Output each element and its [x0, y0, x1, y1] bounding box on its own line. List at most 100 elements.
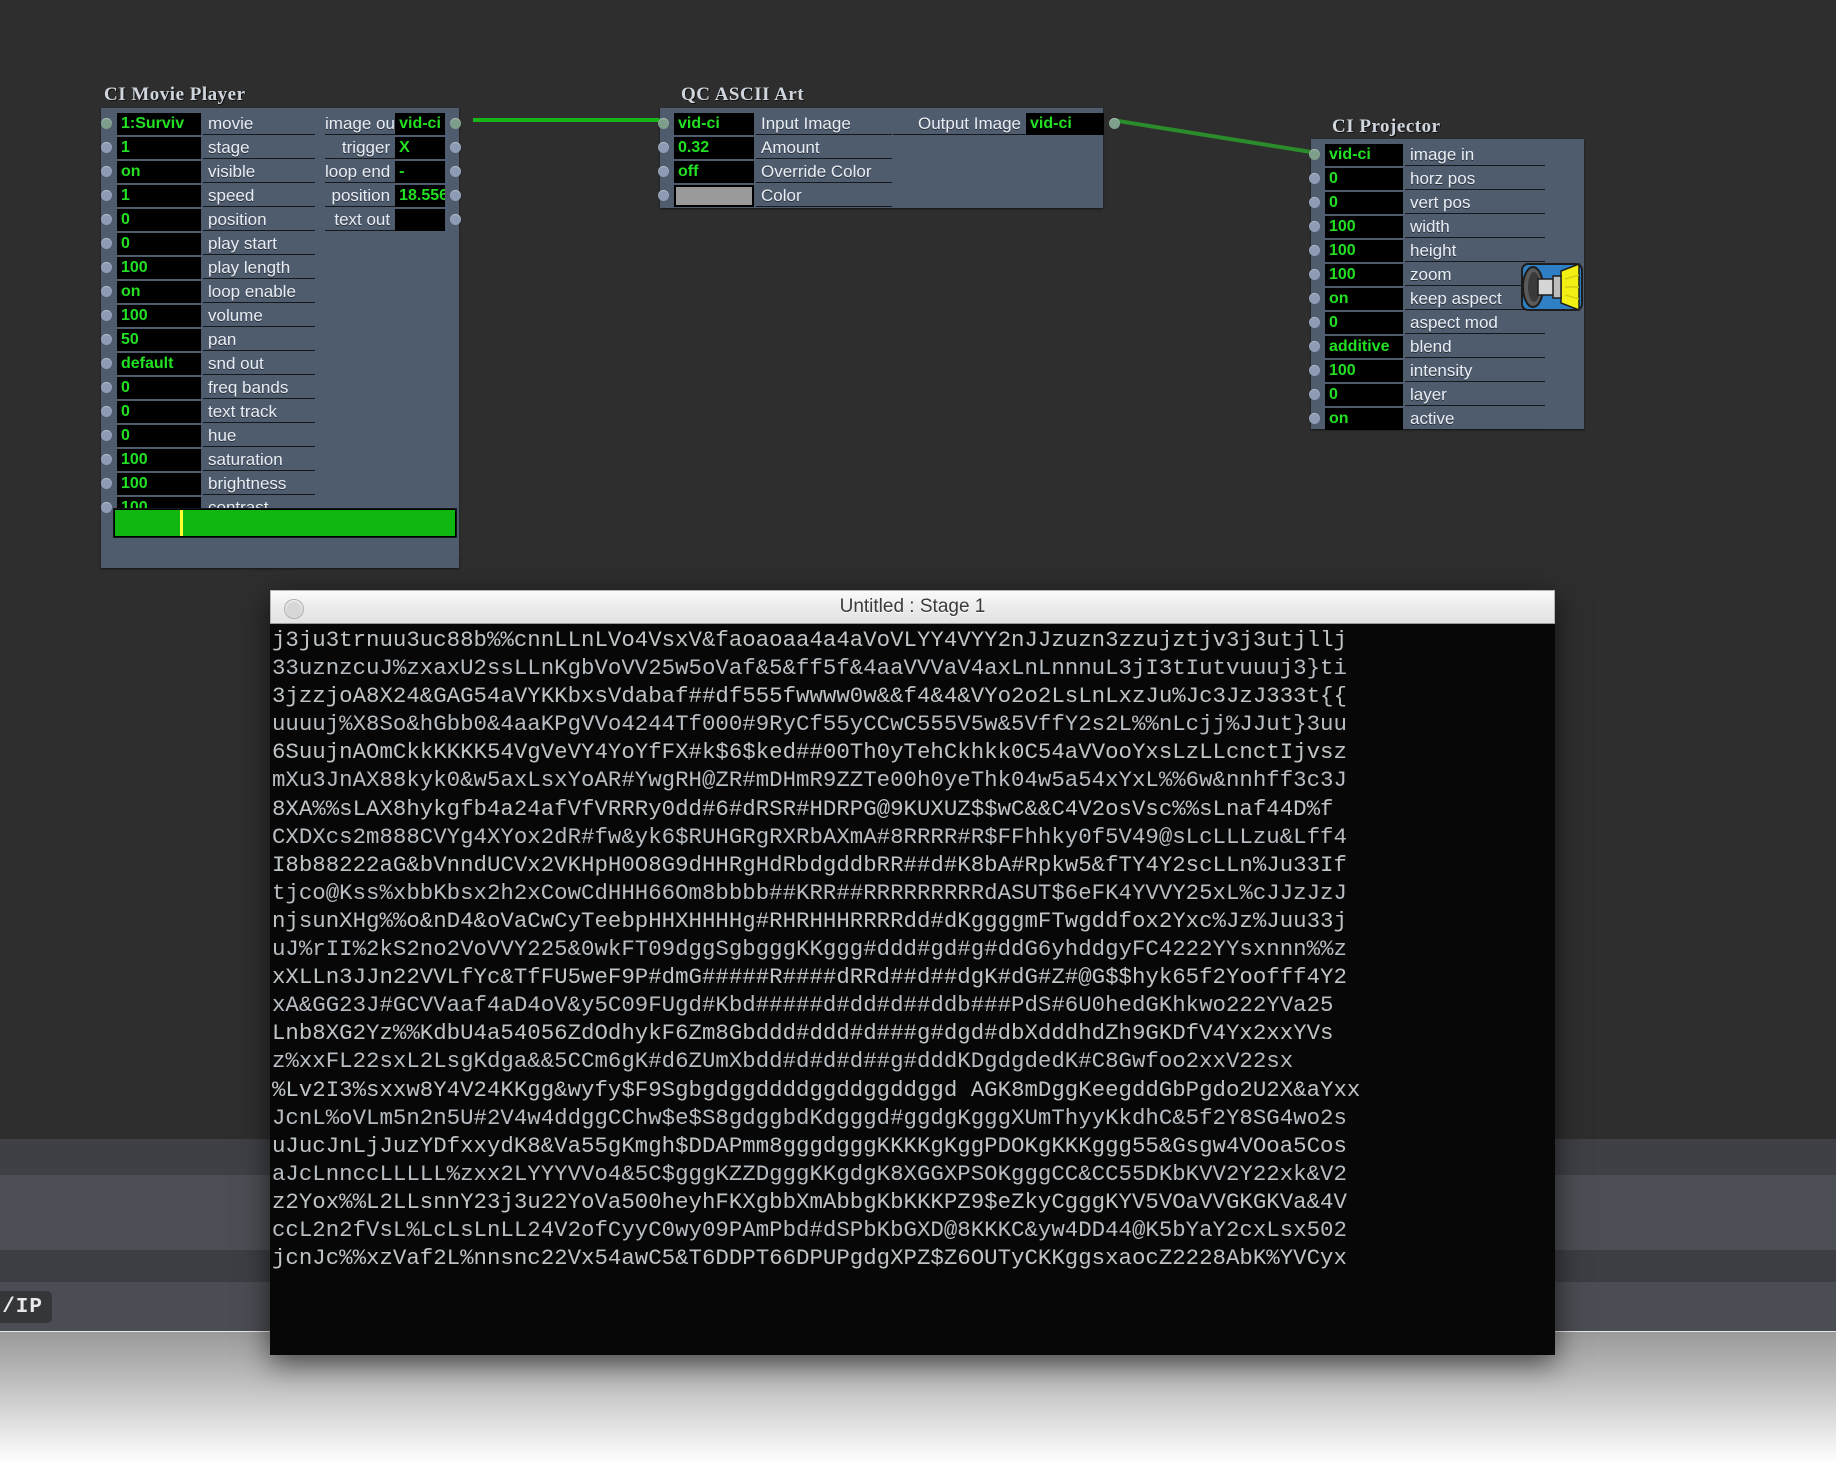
port-value-color[interactable]: [674, 185, 754, 207]
port-row-blend[interactable]: additive blend: [1309, 335, 1550, 359]
port-value-freq-bands[interactable]: 0: [117, 377, 201, 399]
port-row-vert-pos[interactable]: 0 vert pos: [1309, 191, 1550, 215]
port-row-layer[interactable]: 0 layer: [1309, 383, 1550, 407]
port-row-amount[interactable]: 0.32 Amount: [658, 136, 894, 160]
port-row-color[interactable]: Color: [658, 184, 894, 208]
background-window-tab[interactable]: /IP: [0, 1291, 52, 1323]
port-dot-brightness[interactable]: [101, 478, 112, 489]
port-dot-trigger[interactable]: [450, 142, 461, 153]
stage-window[interactable]: Untitled : Stage 1 j3ju3trnuu3uc88b%%cnn…: [270, 590, 1555, 1355]
port-dot-output-image[interactable]: [1109, 118, 1120, 129]
port-value-play-length[interactable]: 100: [117, 257, 201, 279]
port-value-loop-enable[interactable]: on: [117, 281, 201, 303]
port-value-vert-pos[interactable]: 0: [1325, 192, 1403, 214]
port-value-intensity[interactable]: 100: [1325, 360, 1403, 382]
port-value-stage[interactable]: 1: [117, 137, 201, 159]
port-row-movie[interactable]: 1:Surviv movie: [101, 112, 317, 136]
port-dot-loop-end[interactable]: [450, 166, 461, 177]
port-value-position-out[interactable]: 18.5562: [395, 185, 445, 207]
port-value-image-out[interactable]: vid-ci: [395, 113, 445, 135]
port-row-volume[interactable]: 100 volume: [101, 304, 317, 328]
port-dot-visible[interactable]: [101, 166, 112, 177]
movie-scrubber-track[interactable]: [113, 508, 457, 538]
port-value-saturation[interactable]: 100: [117, 449, 201, 471]
port-dot-play-length[interactable]: [101, 262, 112, 273]
port-row-width[interactable]: 100 width: [1309, 215, 1550, 239]
port-row-image-in[interactable]: vid-ci image in: [1309, 143, 1550, 167]
port-row-image-out[interactable]: image out vid-ci: [325, 112, 461, 136]
port-row-keep-aspect[interactable]: on keep aspect: [1309, 287, 1550, 311]
port-row-loop-end[interactable]: loop end -: [325, 160, 461, 184]
port-row-loop-enable[interactable]: on loop enable: [101, 280, 317, 304]
port-value-text-track[interactable]: 0: [117, 401, 201, 423]
port-dot-active[interactable]: [1309, 413, 1320, 424]
port-value-volume[interactable]: 100: [117, 305, 201, 327]
port-dot-height[interactable]: [1309, 245, 1320, 256]
port-value-input-image[interactable]: vid-ci: [674, 113, 754, 135]
port-value-pan[interactable]: 50: [117, 329, 201, 351]
port-row-intensity[interactable]: 100 intensity: [1309, 359, 1550, 383]
port-row-output-image[interactable]: Output Image vid-ci: [893, 112, 1120, 136]
port-row-text-track[interactable]: 0 text track: [101, 400, 317, 424]
stage-titlebar[interactable]: Untitled : Stage 1: [270, 590, 1555, 624]
port-row-play-start[interactable]: 0 play start: [101, 232, 317, 256]
port-row-pan[interactable]: 50 pan: [101, 328, 317, 352]
port-value-layer[interactable]: 0: [1325, 384, 1403, 406]
port-value-image-in[interactable]: vid-ci: [1325, 144, 1403, 166]
port-value-brightness[interactable]: 100: [117, 473, 201, 495]
port-value-active[interactable]: on: [1325, 408, 1403, 430]
port-value-trigger[interactable]: X: [395, 137, 445, 159]
port-dot-position-out[interactable]: [450, 190, 461, 201]
port-dot-color[interactable]: [658, 190, 669, 201]
port-value-blend[interactable]: additive: [1325, 336, 1403, 358]
port-dot-saturation[interactable]: [101, 454, 112, 465]
port-row-input-image[interactable]: vid-ci Input Image: [658, 112, 894, 136]
port-value-horz-pos[interactable]: 0: [1325, 168, 1403, 190]
port-dot-movie[interactable]: [101, 118, 112, 129]
port-dot-input-image[interactable]: [658, 118, 669, 129]
port-row-position-in[interactable]: 0 position: [101, 208, 317, 232]
port-dot-volume[interactable]: [101, 310, 112, 321]
port-row-height[interactable]: 100 height: [1309, 239, 1550, 263]
port-value-override-color[interactable]: off: [674, 161, 754, 183]
close-icon[interactable]: [284, 599, 304, 619]
port-dot-aspect-mod[interactable]: [1309, 317, 1320, 328]
port-row-stage[interactable]: 1 stage: [101, 136, 317, 160]
port-value-speed[interactable]: 1: [117, 185, 201, 207]
port-row-horz-pos[interactable]: 0 horz pos: [1309, 167, 1550, 191]
port-dot-vert-pos[interactable]: [1309, 197, 1320, 208]
port-row-snd-out[interactable]: default snd out: [101, 352, 317, 376]
color-swatch[interactable]: [675, 186, 753, 206]
port-dot-pan[interactable]: [101, 334, 112, 345]
port-value-output-image[interactable]: vid-ci: [1026, 113, 1104, 135]
port-value-width[interactable]: 100: [1325, 216, 1403, 238]
port-value-visible[interactable]: on: [117, 161, 201, 183]
port-dot-text-track[interactable]: [101, 406, 112, 417]
port-row-aspect-mod[interactable]: 0 aspect mod: [1309, 311, 1550, 335]
port-dot-position-in[interactable]: [101, 214, 112, 225]
port-dot-freq-bands[interactable]: [101, 382, 112, 393]
patch-qc-ascii-art[interactable]: vid-ci Input Image 0.32 Amount off Overr…: [658, 108, 1120, 208]
port-dot-keep-aspect[interactable]: [1309, 293, 1320, 304]
port-row-play-length[interactable]: 100 play length: [101, 256, 317, 280]
port-dot-image-in[interactable]: [1309, 149, 1320, 160]
port-dot-text-out[interactable]: [450, 214, 461, 225]
port-value-keep-aspect[interactable]: on: [1325, 288, 1403, 310]
port-value-height[interactable]: 100: [1325, 240, 1403, 262]
port-dot-stage[interactable]: [101, 142, 112, 153]
port-row-override-color[interactable]: off Override Color: [658, 160, 894, 184]
port-dot-loop-enable[interactable]: [101, 286, 112, 297]
port-row-freq-bands[interactable]: 0 freq bands: [101, 376, 317, 400]
port-row-text-out[interactable]: text out: [325, 208, 461, 232]
movie-playhead-marker[interactable]: [179, 510, 183, 536]
patch-ci-movie-player[interactable]: 1:Surviv movie 1 stage on visible 1 spee…: [101, 108, 461, 568]
port-row-hue[interactable]: 0 hue: [101, 424, 317, 448]
port-dot-zoom[interactable]: [1309, 269, 1320, 280]
port-row-brightness[interactable]: 100 brightness: [101, 472, 317, 496]
patch-editor-canvas[interactable]: /IP CI Movie Player 1:Surviv movie 1 sta…: [0, 0, 1836, 1464]
port-value-loop-end[interactable]: -: [395, 161, 445, 183]
port-dot-contrast[interactable]: [101, 502, 112, 513]
port-row-position-out[interactable]: position 18.5562: [325, 184, 461, 208]
port-dot-image-out[interactable]: [450, 118, 461, 129]
port-value-amount[interactable]: 0.32: [674, 137, 754, 159]
